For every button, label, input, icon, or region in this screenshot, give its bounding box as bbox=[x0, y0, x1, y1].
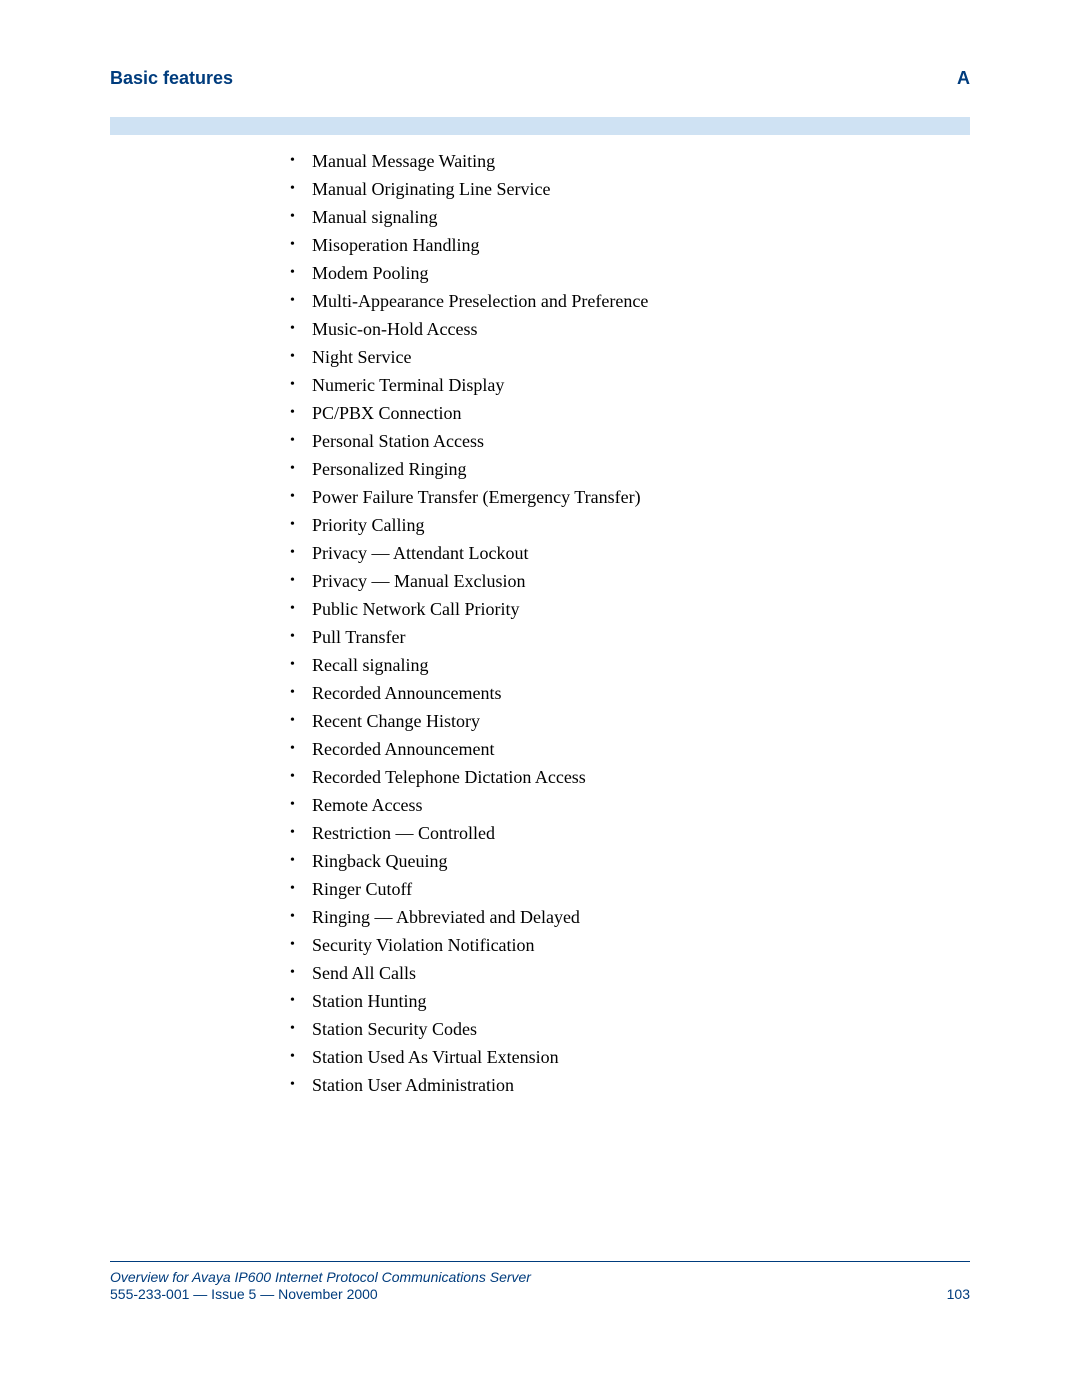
header-divider-bar bbox=[110, 117, 970, 135]
list-item: Manual Originating Line Service bbox=[290, 175, 970, 203]
footer-doc-title: Overview for Avaya IP600 Internet Protoc… bbox=[110, 1268, 970, 1286]
list-item: Station Security Codes bbox=[290, 1015, 970, 1043]
list-item: Numeric Terminal Display bbox=[290, 371, 970, 399]
list-item: Personalized Ringing bbox=[290, 455, 970, 483]
list-item: Recorded Announcement bbox=[290, 735, 970, 763]
list-item: Remote Access bbox=[290, 791, 970, 819]
list-item: Public Network Call Priority bbox=[290, 595, 970, 623]
feature-list: Manual Message WaitingManual Originating… bbox=[110, 147, 970, 1099]
list-item: Personal Station Access bbox=[290, 427, 970, 455]
list-item: Station User Administration bbox=[290, 1071, 970, 1099]
list-item: Recent Change History bbox=[290, 707, 970, 735]
list-item: Privacy — Attendant Lockout bbox=[290, 539, 970, 567]
section-title: Basic features bbox=[110, 68, 233, 89]
page-footer: Overview for Avaya IP600 Internet Protoc… bbox=[110, 1261, 970, 1302]
list-item: Manual signaling bbox=[290, 203, 970, 231]
list-item: PC/PBX Connection bbox=[290, 399, 970, 427]
document-page: Basic features A Manual Message WaitingM… bbox=[0, 0, 1080, 1397]
list-item: Music-on-Hold Access bbox=[290, 315, 970, 343]
list-item: Station Hunting bbox=[290, 987, 970, 1015]
list-item: Multi-Appearance Preselection and Prefer… bbox=[290, 287, 970, 315]
page-number: 103 bbox=[947, 1286, 970, 1302]
list-item: Priority Calling bbox=[290, 511, 970, 539]
list-item: Recorded Telephone Dictation Access bbox=[290, 763, 970, 791]
list-item: Security Violation Notification bbox=[290, 931, 970, 959]
list-item: Ringing — Abbreviated and Delayed bbox=[290, 903, 970, 931]
list-item: Recall signaling bbox=[290, 651, 970, 679]
list-item: Ringback Queuing bbox=[290, 847, 970, 875]
appendix-letter: A bbox=[957, 68, 970, 89]
list-item: Restriction — Controlled bbox=[290, 819, 970, 847]
footer-doc-id: 555-233-001 — Issue 5 — November 2000 bbox=[110, 1286, 378, 1302]
list-item: Power Failure Transfer (Emergency Transf… bbox=[290, 483, 970, 511]
list-item: Night Service bbox=[290, 343, 970, 371]
list-item: Misoperation Handling bbox=[290, 231, 970, 259]
list-item: Recorded Announcements bbox=[290, 679, 970, 707]
list-item: Privacy — Manual Exclusion bbox=[290, 567, 970, 595]
page-header: Basic features A bbox=[110, 68, 970, 89]
list-item: Pull Transfer bbox=[290, 623, 970, 651]
footer-rule bbox=[110, 1261, 970, 1262]
list-item: Ringer Cutoff bbox=[290, 875, 970, 903]
list-item: Send All Calls bbox=[290, 959, 970, 987]
list-item: Station Used As Virtual Extension bbox=[290, 1043, 970, 1071]
list-item: Manual Message Waiting bbox=[290, 147, 970, 175]
list-item: Modem Pooling bbox=[290, 259, 970, 287]
